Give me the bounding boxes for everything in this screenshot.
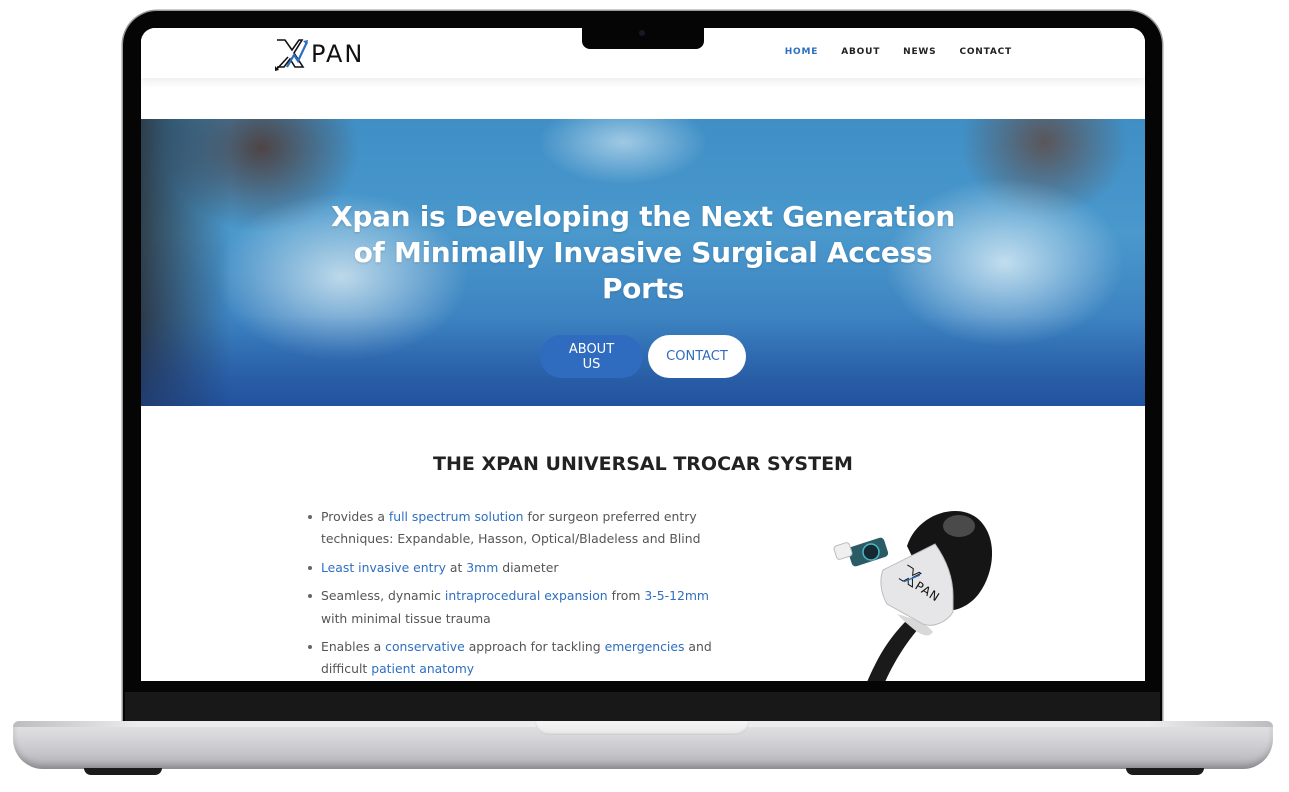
laptop-base [13,721,1273,769]
feature-link[interactable]: Least invasive entry [321,560,446,575]
feature-item: Seamless, dynamic intraprocedural expans… [307,585,737,630]
laptop-bezel-chin [125,692,1160,722]
feature-list: Provides a full spectrum solution for su… [307,506,737,681]
xpan-x-arrow-icon [275,39,308,71]
section-title: THE XPAN UNIVERSAL TROCAR SYSTEM [433,453,853,475]
main-nav: HOME ABOUT NEWS CONTACT [785,47,1012,57]
laptop-foot-left [84,768,162,775]
laptop-screen: PAN HOME ABOUT NEWS CONTACT Xpan is Deve… [141,28,1145,681]
feature-link[interactable]: patient anatomy [371,661,474,676]
camera-notch [582,27,704,49]
site-logo[interactable]: PAN [274,37,364,71]
feature-text: from [607,588,645,604]
hero-title: Xpan is Developing the Next Generation o… [331,200,955,305]
nav-about[interactable]: ABOUT [841,47,880,57]
lid-opening-notch [535,721,749,735]
feature-link[interactable]: full spectrum solution [389,509,524,524]
feature-item: Least invasive entry at 3mm diameter [307,557,737,579]
feature-text: Seamless, dynamic [321,588,445,604]
feature-item: Enables a conservative approach for tack… [307,636,737,681]
feature-text: with minimal tissue trauma [321,610,491,626]
feature-link[interactable]: 3-5-12mm [644,588,709,603]
nav-news[interactable]: NEWS [903,47,936,57]
brand-name: PAN [311,40,365,68]
contact-button[interactable]: CONTACT [648,335,746,378]
feature-text: at [445,559,467,575]
feature-link[interactable]: conservative [385,639,465,654]
feature-text: Enables a [321,639,386,655]
nav-home[interactable]: HOME [785,47,819,57]
feature-link[interactable]: 3mm [466,560,498,575]
about-us-button[interactable]: ABOUT US [540,335,643,378]
device-shaft [867,622,919,681]
feature-text: approach for tackling [464,639,605,655]
hero-buttons: ABOUT US CONTACT [540,335,746,378]
camera-icon [639,30,645,36]
feature-text: diameter [498,559,559,575]
feature-link[interactable]: emergencies [605,639,685,654]
product-image: PAN [827,504,999,681]
feature-item: Provides a full spectrum solution for su… [307,506,737,551]
hero-banner: Xpan is Developing the Next Generation o… [141,119,1145,406]
nav-contact[interactable]: CONTACT [959,47,1012,57]
feature-link[interactable]: intraprocedural expansion [445,588,608,603]
feature-text: Provides a [321,509,389,524]
laptop-foot-right [1126,768,1204,775]
